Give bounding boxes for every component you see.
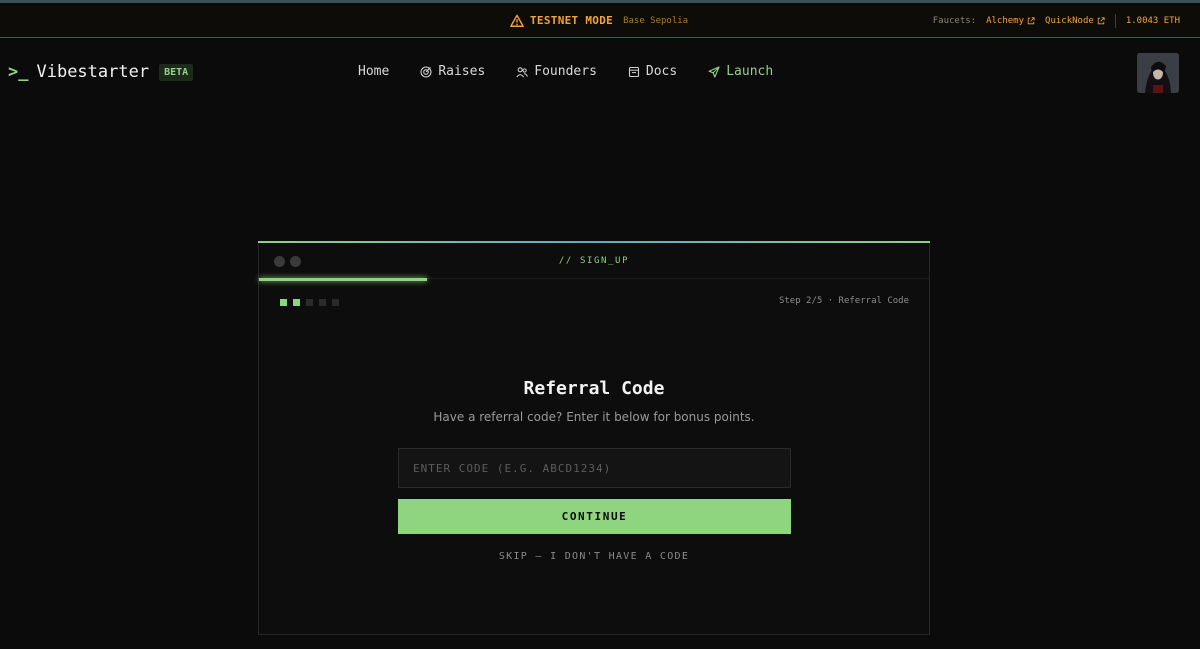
users-icon bbox=[516, 66, 529, 77]
divider bbox=[1114, 13, 1116, 28]
nav-docs[interactable]: Docs bbox=[628, 64, 677, 79]
step-pending bbox=[332, 299, 339, 306]
step-complete bbox=[293, 299, 300, 306]
faucet-link-label: QuickNode bbox=[1045, 15, 1094, 26]
nav-founders[interactable]: Founders bbox=[516, 64, 597, 79]
step-label: Step 2/5 · Referral Code bbox=[778, 296, 909, 306]
nav-home[interactable]: Home bbox=[358, 64, 389, 79]
brand-name: Vibestarter bbox=[36, 62, 150, 82]
page-title: Referral Code bbox=[523, 378, 665, 399]
user-avatar[interactable] bbox=[1137, 53, 1179, 93]
testnet-banner: TESTNET MODE Base Sepolia Faucets: Alche… bbox=[0, 3, 1200, 38]
skip-link[interactable]: SKIP — I DON'T HAVE A CODE bbox=[259, 551, 929, 562]
step-complete bbox=[280, 299, 287, 306]
step-indicator bbox=[280, 299, 339, 306]
warning-triangle-icon bbox=[510, 14, 524, 27]
faucet-link-label: Alchemy bbox=[986, 15, 1025, 26]
testnet-status: TESTNET MODE Base Sepolia bbox=[510, 3, 688, 38]
faucets-section: Faucets: Alchemy QuickNode 1.0043 ETH bbox=[933, 3, 1180, 38]
page-subtitle: Have a referral code? Enter it below for… bbox=[433, 410, 755, 424]
faucets-label: Faucets: bbox=[932, 15, 977, 26]
continue-button[interactable]: CONTINUE bbox=[398, 499, 791, 534]
main-navbar: >_ Vibestarter BETA Home Raises Founders bbox=[0, 38, 1200, 110]
card-header: // SIGN_UP bbox=[259, 243, 929, 279]
nav-founders-label: Founders bbox=[534, 64, 597, 79]
faucet-link-quicknode[interactable]: QuickNode bbox=[1045, 16, 1105, 26]
target-icon bbox=[420, 65, 432, 78]
book-icon bbox=[628, 66, 639, 77]
nav-launch[interactable]: Launch bbox=[708, 64, 773, 79]
nav-docs-label: Docs bbox=[645, 64, 678, 79]
signup-card: // SIGN_UP Step 2/5 · Referral Code Refe… bbox=[258, 241, 930, 635]
beta-badge: BETA bbox=[159, 63, 194, 81]
external-link-icon bbox=[1027, 16, 1035, 24]
external-link-icon bbox=[1097, 16, 1105, 24]
progress-bar bbox=[259, 278, 427, 281]
card-title: // SIGN_UP bbox=[558, 256, 630, 266]
nav-raises-label: Raises bbox=[438, 64, 486, 79]
terminal-prompt-icon: >_ bbox=[8, 62, 29, 82]
send-icon bbox=[708, 65, 720, 78]
faucet-link-alchemy[interactable]: Alchemy bbox=[986, 16, 1035, 26]
nav-launch-label: Launch bbox=[726, 64, 774, 79]
eth-balance: 1.0043 ETH bbox=[1125, 15, 1180, 26]
testnet-title: TESTNET MODE bbox=[530, 14, 614, 27]
network-name: Base Sepolia bbox=[623, 15, 689, 26]
nav-raises[interactable]: Raises bbox=[420, 64, 485, 79]
nav-home-label: Home bbox=[358, 64, 390, 79]
avatar-image bbox=[1137, 53, 1179, 93]
brand-logo[interactable]: >_ Vibestarter BETA bbox=[8, 62, 194, 82]
primary-nav: Home Raises Founders Docs Launch bbox=[358, 64, 773, 79]
step-pending bbox=[306, 299, 313, 306]
step-pending bbox=[319, 299, 326, 306]
referral-code-input[interactable] bbox=[398, 448, 791, 488]
